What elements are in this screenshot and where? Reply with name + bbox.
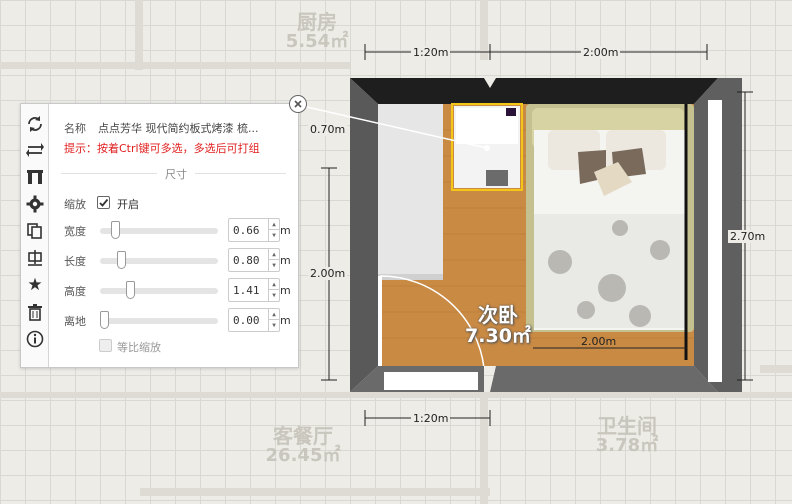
- scale-checkbox[interactable]: [97, 196, 110, 209]
- swap-icon[interactable]: [24, 139, 46, 161]
- length-input[interactable]: 0.80 ▲ ▼: [228, 248, 280, 272]
- wall-top: [350, 78, 718, 104]
- dim-top-left: 1:20m: [411, 46, 451, 59]
- info-icon[interactable]: [24, 328, 46, 350]
- slider-knob[interactable]: [117, 251, 126, 269]
- scale-label: 缩放: [64, 198, 86, 211]
- stepper[interactable]: ▲ ▼: [268, 279, 279, 301]
- width-slider[interactable]: [100, 221, 218, 239]
- center-icon[interactable]: [24, 247, 46, 269]
- row-label: 高度: [64, 285, 86, 298]
- floorplan-canvas[interactable]: 厨房 5.54㎡ 客餐厅 26.45㎡ 卫生间 3.78㎡ 1:20m 2:00…: [0, 0, 792, 504]
- row-unit: m: [280, 314, 291, 327]
- star-icon[interactable]: ★: [24, 274, 46, 296]
- close-icon[interactable]: [289, 95, 307, 113]
- dim-selected-depth: 0.70m: [308, 123, 348, 136]
- dim-right: 2.70m: [728, 230, 768, 243]
- section-title: 尺寸: [157, 166, 195, 182]
- width-input[interactable]: 0.66 ▲ ▼: [228, 218, 280, 242]
- height-slider[interactable]: [100, 281, 218, 299]
- proportional-checkbox[interactable]: [99, 339, 112, 352]
- wardrobe: [378, 104, 443, 274]
- room-name: 次卧: [478, 303, 518, 327]
- rotate-icon[interactable]: [24, 113, 46, 135]
- row-label: 长度: [64, 255, 86, 268]
- room-area: 7.30㎡: [465, 325, 531, 347]
- dim-left: 2.00m: [308, 267, 348, 280]
- wall-bottom-right: [490, 366, 718, 392]
- name-value: 点点芳华 现代简约板式烤漆 梳...: [98, 122, 259, 135]
- row-unit: m: [280, 254, 291, 267]
- panel-toolbar: ★: [21, 104, 49, 367]
- proportional-label: 等比缩放: [117, 341, 161, 354]
- slider-knob[interactable]: [126, 281, 135, 299]
- name-label: 名称: [64, 122, 86, 135]
- dim-bed-width: 2.00m: [581, 335, 617, 348]
- row-unit: m: [280, 284, 291, 297]
- properties-panel: ★ 名称 点点芳华 现代简约板式烤漆 梳... 提示：按着Ctrl键可多选，多选…: [20, 103, 299, 368]
- length-slider[interactable]: [100, 251, 218, 269]
- align-icon[interactable]: [24, 166, 46, 188]
- row-label: 离地: [64, 315, 86, 328]
- copy-icon[interactable]: [24, 220, 46, 242]
- stepper[interactable]: ▲ ▼: [268, 309, 279, 331]
- hint-text: 提示：按着Ctrl键可多选，多选后可打组: [64, 142, 260, 155]
- dim-top-right: 2:00m: [581, 46, 621, 59]
- gear-icon[interactable]: [24, 193, 46, 215]
- elevation-input[interactable]: 0.00 ▲ ▼: [228, 308, 280, 332]
- height-input[interactable]: 1.41 ▲ ▼: [228, 278, 280, 302]
- room-label-bedroom: 次卧 7.30㎡: [448, 304, 548, 347]
- scale-value-label: 开启: [117, 198, 139, 211]
- slider-knob[interactable]: [111, 221, 120, 239]
- stepper[interactable]: ▲ ▼: [268, 219, 279, 241]
- slider-knob[interactable]: [100, 311, 109, 329]
- row-unit: m: [280, 224, 291, 237]
- stepper[interactable]: ▲ ▼: [268, 249, 279, 271]
- trash-icon[interactable]: [24, 301, 46, 323]
- elevation-slider[interactable]: [100, 311, 218, 329]
- dim-bottom-left: 1:20m: [411, 412, 451, 425]
- row-label: 宽度: [64, 225, 86, 238]
- wall-left: [350, 78, 378, 392]
